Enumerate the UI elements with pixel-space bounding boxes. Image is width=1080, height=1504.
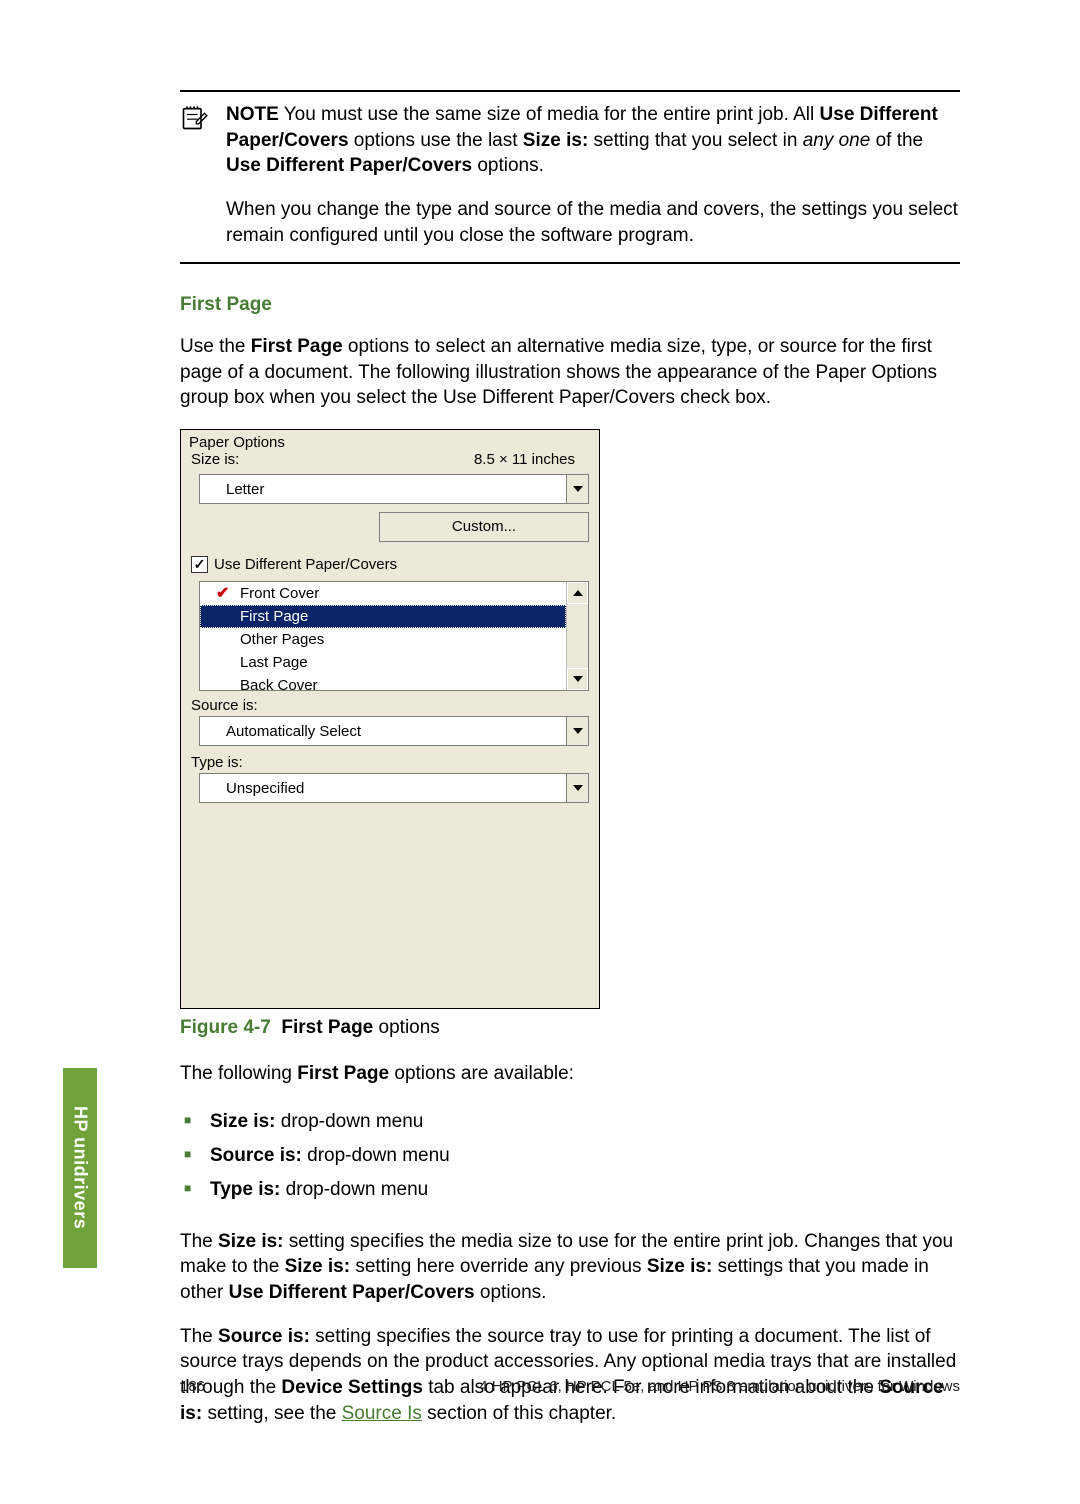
options-list: Size is: drop-down menu Source is: drop-… — [180, 1105, 960, 1207]
avail-para: The following First Page options are ava… — [180, 1061, 960, 1087]
size-para: The Size is: setting specifies the media… — [180, 1229, 960, 1306]
paper-options-dialog: Paper Options Size is: 8.5 × 11 inches L… — [180, 429, 600, 1009]
dropdown-icon[interactable] — [566, 774, 588, 802]
type-is-value: Unspecified — [226, 780, 304, 797]
size-is-label: Size is: — [191, 451, 239, 468]
list-item[interactable]: Back Cover — [200, 674, 566, 690]
group-label: Paper Options — [181, 430, 599, 451]
page-footer: 186 4 HP PCL 6, HP PCL 5e, and HP PS 3 e… — [0, 1378, 1080, 1395]
dropdown-icon[interactable] — [566, 475, 588, 503]
note-para-1: NOTE You must use the same size of media… — [226, 102, 960, 179]
source-is-value: Automatically Select — [226, 723, 361, 740]
list-item[interactable]: Last Page — [200, 651, 566, 674]
note-box: NOTE You must use the same size of media… — [180, 90, 960, 264]
use-different-paper-label: Use Different Paper/Covers — [214, 556, 397, 573]
list-item: Source is: drop-down menu — [180, 1139, 960, 1173]
note-label: NOTE — [226, 104, 279, 125]
covers-listbox[interactable]: ✔Front Cover First Page Other Pages Last… — [199, 581, 589, 691]
source-is-dropdown[interactable]: Automatically Select — [199, 716, 589, 746]
list-item: Type is: drop-down menu — [180, 1173, 960, 1207]
scroll-down-icon[interactable] — [567, 668, 588, 690]
intro-para: Use the First Page options to select an … — [180, 334, 960, 411]
dropdown-icon[interactable] — [566, 717, 588, 745]
figure-caption: Figure 4-7 First Page options — [180, 1017, 960, 1039]
size-is-dropdown[interactable]: Letter — [199, 474, 589, 504]
list-item[interactable]: ✔Front Cover — [200, 582, 566, 605]
source-is-label: Source is: — [181, 697, 599, 716]
custom-button[interactable]: Custom... — [379, 512, 589, 542]
section-heading-first-page: First Page — [180, 294, 960, 316]
type-is-label: Type is: — [181, 754, 599, 773]
note-para-2: When you change the type and source of t… — [226, 197, 960, 248]
source-is-link[interactable]: Source Is — [342, 1403, 422, 1424]
list-item[interactable]: Other Pages — [200, 628, 566, 651]
check-icon: ✔ — [216, 584, 229, 603]
size-is-value: Letter — [226, 481, 264, 498]
size-dimensions: 8.5 × 11 inches — [474, 451, 575, 468]
list-item[interactable]: First Page — [200, 605, 566, 628]
source-para: The Source is: setting specifies the sou… — [180, 1324, 960, 1427]
list-item: Size is: drop-down menu — [180, 1105, 960, 1139]
scroll-up-icon[interactable] — [567, 582, 588, 604]
chapter-title: 4 HP PCL 6, HP PCL 5e, and HP PS 3 emula… — [479, 1378, 960, 1395]
note-icon — [180, 102, 208, 248]
page-number: 186 — [180, 1378, 205, 1395]
use-different-paper-checkbox[interactable]: ✓ — [191, 556, 208, 573]
scrollbar[interactable] — [566, 582, 588, 690]
type-is-dropdown[interactable]: Unspecified — [199, 773, 589, 803]
